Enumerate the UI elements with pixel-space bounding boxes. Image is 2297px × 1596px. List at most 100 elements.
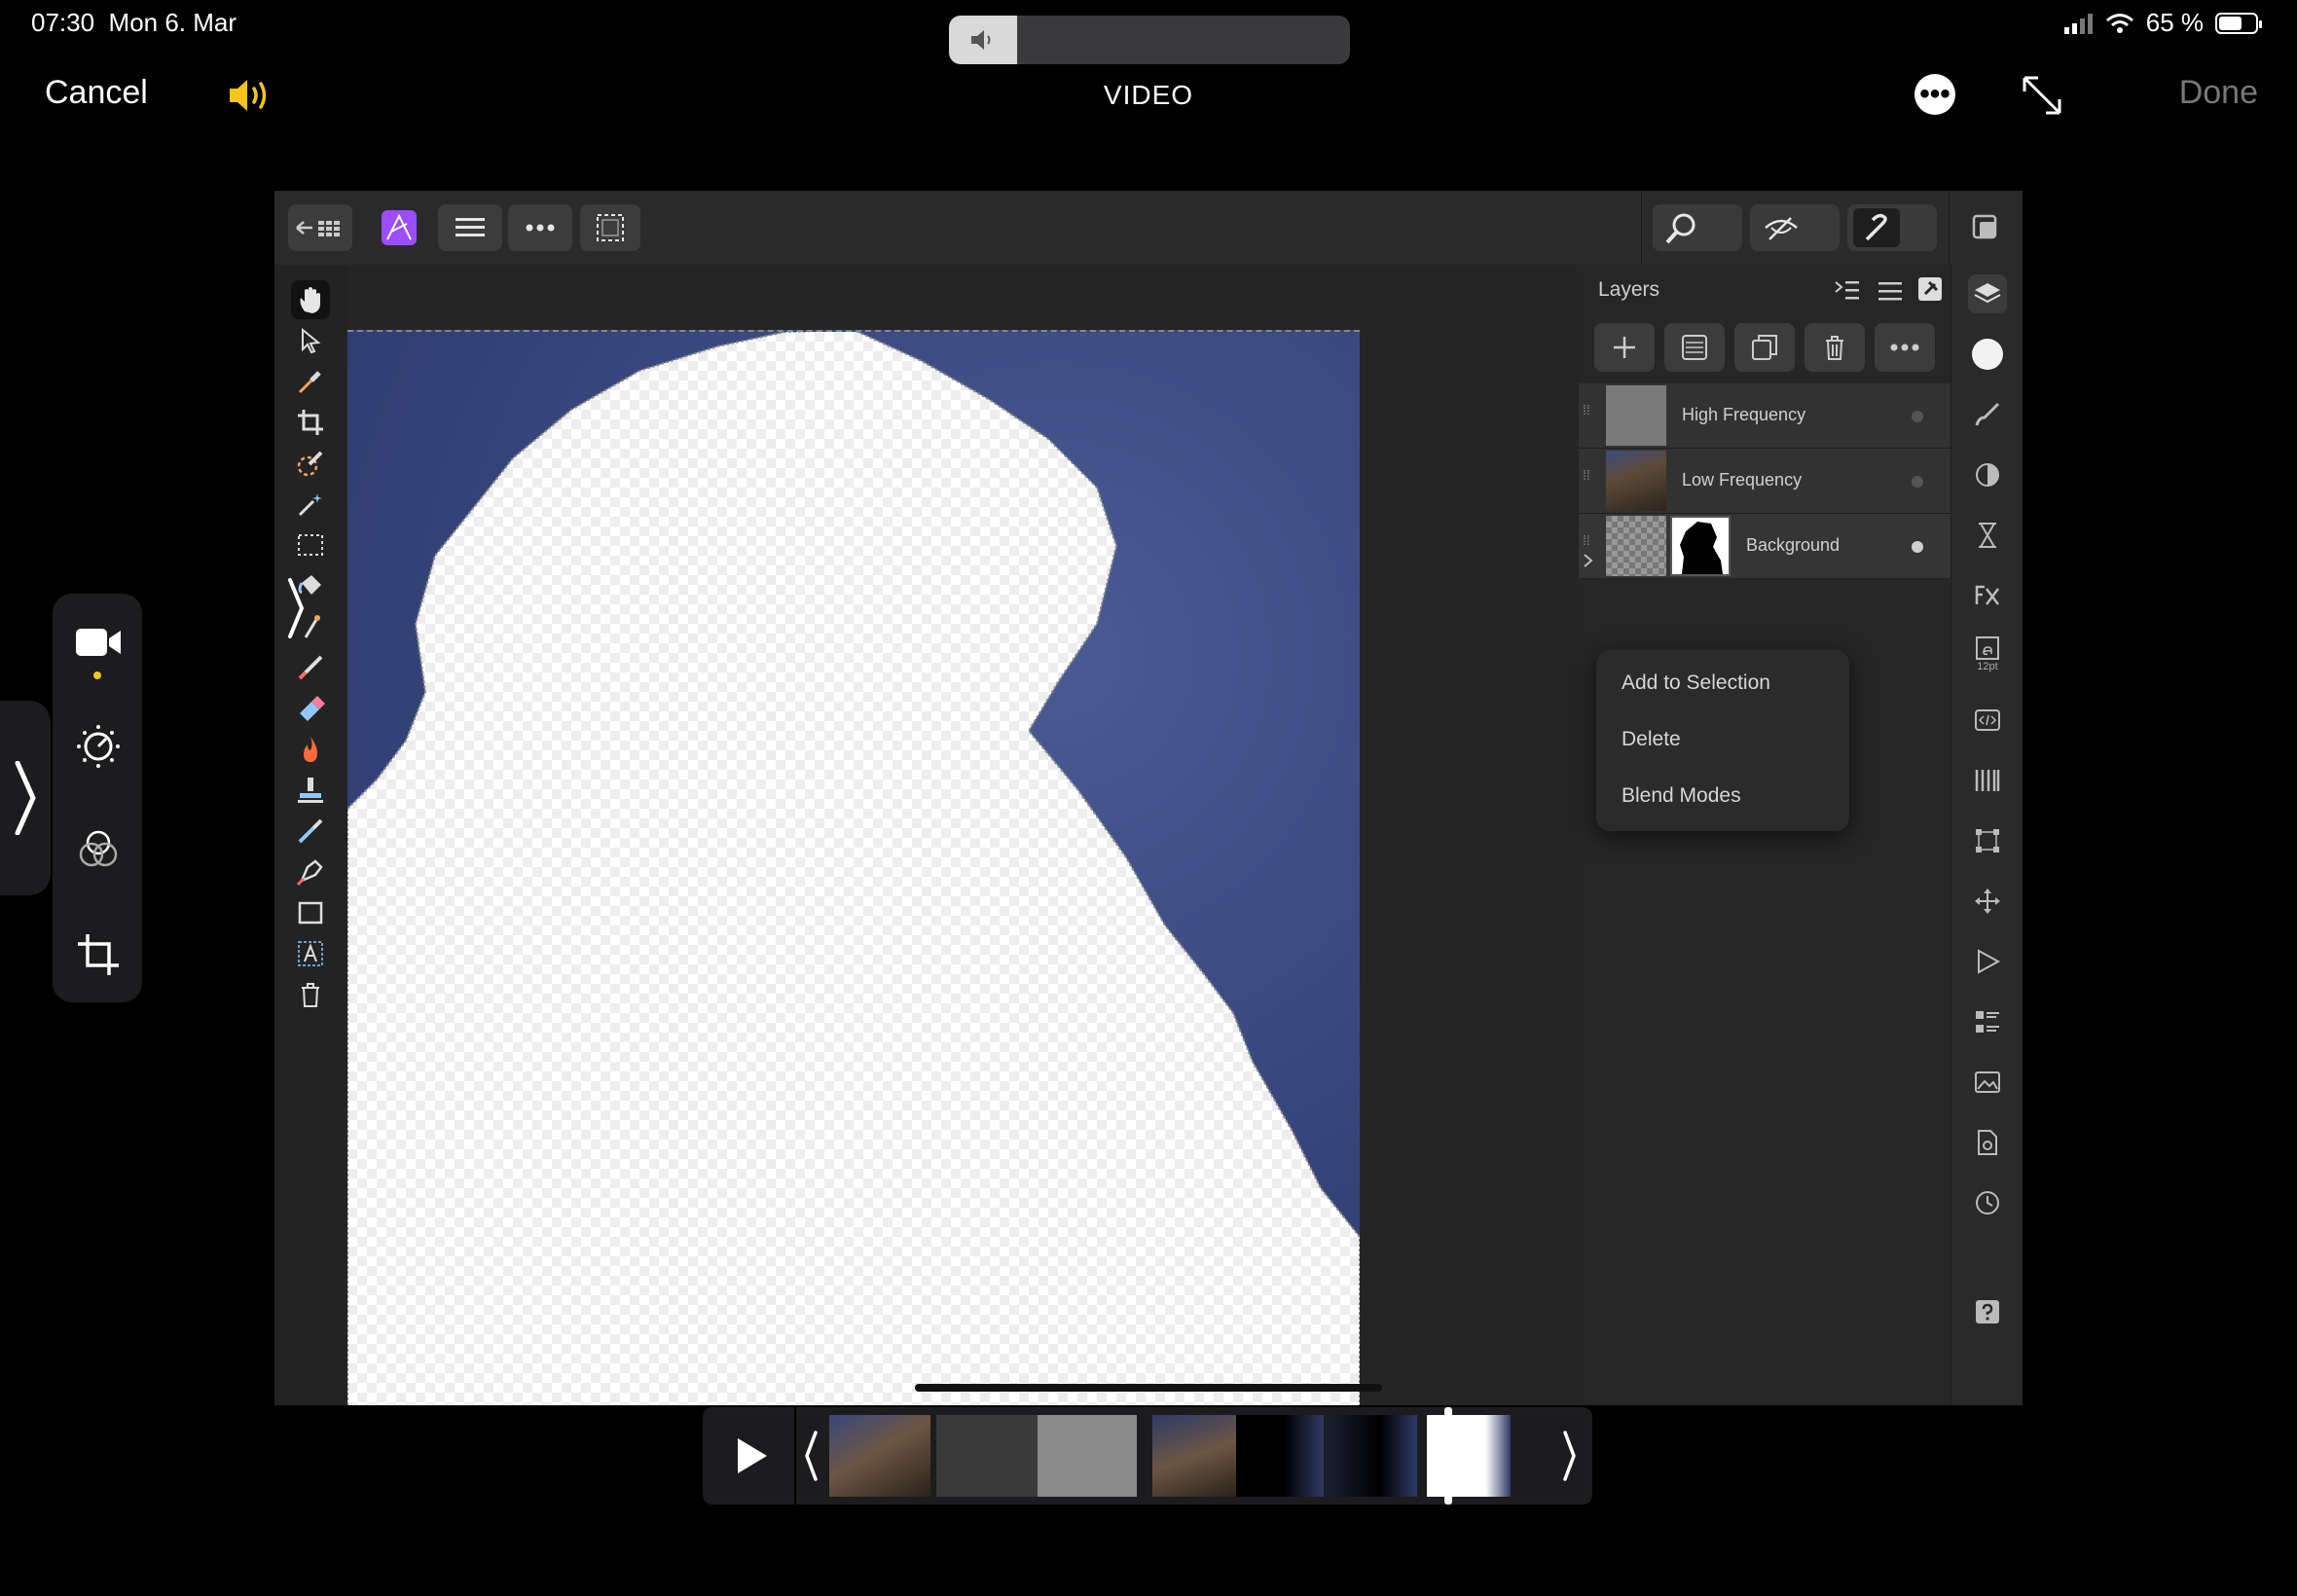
back-grid-icon bbox=[296, 221, 340, 236]
studio-panel-bar: 12pt bbox=[1951, 265, 2023, 1405]
layer-row-background[interactable]: ⁞⁞ Background bbox=[1579, 514, 1951, 579]
zoom-tool-group[interactable] bbox=[1653, 204, 1742, 251]
effects-studio-button[interactable] bbox=[1968, 576, 2007, 615]
text-styles-studio-button[interactable]: 12pt bbox=[1968, 635, 2007, 673]
paint-brush-tool[interactable] bbox=[291, 648, 330, 687]
mask-thumbnail bbox=[1670, 516, 1731, 576]
layer-visibility-dot[interactable] bbox=[1912, 411, 1923, 422]
layers-studio-button[interactable] bbox=[1968, 274, 2007, 313]
help-button[interactable] bbox=[1968, 1292, 2007, 1331]
rectangle-tool[interactable] bbox=[291, 893, 330, 932]
filters-icon[interactable] bbox=[76, 827, 121, 872]
hourglass-icon bbox=[1979, 523, 1996, 548]
clock-history-icon bbox=[1976, 1191, 1999, 1215]
timeline-frame bbox=[829, 1415, 930, 1497]
selection-brush-tool[interactable] bbox=[291, 444, 330, 483]
drag-handle-icon[interactable]: ⁞⁞ bbox=[1583, 403, 1596, 424]
crop-rotate-icon[interactable] bbox=[76, 932, 121, 977]
video-camera-icon[interactable] bbox=[74, 623, 123, 662]
adjustments-studio-button[interactable] bbox=[1968, 455, 2007, 494]
burn-tool[interactable] bbox=[291, 730, 330, 769]
video-timeline[interactable] bbox=[703, 1407, 1592, 1505]
back-to-gallery-button[interactable] bbox=[288, 204, 352, 251]
text-tool[interactable] bbox=[291, 934, 330, 973]
more-options-icon[interactable]: ••• bbox=[1914, 74, 1955, 115]
cursor-arrow-icon bbox=[302, 327, 321, 354]
sidebar-toggle-handle[interactable] bbox=[0, 701, 51, 895]
timeline-frame bbox=[1038, 1415, 1137, 1497]
timeline-playhead[interactable] bbox=[1444, 1407, 1452, 1505]
navigator-studio-button[interactable] bbox=[1968, 882, 2007, 921]
wifi-icon bbox=[2105, 13, 2133, 33]
play-icon[interactable] bbox=[732, 1436, 771, 1475]
expand-layer-chevron-icon[interactable] bbox=[1583, 553, 1594, 568]
delete-layer-button[interactable] bbox=[1805, 323, 1865, 372]
active-mode-indicator bbox=[93, 671, 101, 679]
history-timer-button[interactable] bbox=[1968, 516, 2007, 555]
clone-brush-tool[interactable] bbox=[291, 771, 330, 810]
more-menu-button[interactable] bbox=[508, 204, 572, 251]
horizontal-scroll-indicator[interactable] bbox=[915, 1384, 1382, 1392]
layer-options-button[interactable] bbox=[1875, 323, 1935, 372]
hand-tool[interactable] bbox=[291, 280, 330, 319]
menu-button[interactable] bbox=[438, 204, 502, 251]
add-mask-button[interactable] bbox=[1664, 323, 1725, 372]
panel-menu-icon[interactable] bbox=[1877, 278, 1904, 304]
document-canvas[interactable] bbox=[347, 330, 1360, 1405]
healing-brush-tool[interactable] bbox=[291, 812, 330, 851]
volume-slider-hud[interactable] bbox=[949, 16, 1350, 64]
done-button[interactable]: Done bbox=[2179, 74, 2258, 112]
adjust-dial-icon[interactable] bbox=[76, 724, 121, 769]
trim-start-handle-icon[interactable] bbox=[804, 1431, 818, 1481]
snippets-studio-button[interactable] bbox=[1968, 701, 2007, 740]
history-studio-button[interactable] bbox=[1968, 1183, 2007, 1222]
selection-mode-button[interactable] bbox=[580, 204, 640, 251]
color-studio-button[interactable] bbox=[1968, 335, 2007, 374]
flood-select-tool[interactable] bbox=[291, 485, 330, 524]
layer-row-high-frequency[interactable]: ⁞⁞ High Frequency bbox=[1579, 383, 1951, 449]
delete-layer-tool[interactable] bbox=[291, 975, 330, 1014]
layer-visibility-dot[interactable] bbox=[1912, 541, 1923, 553]
drag-handle-icon[interactable]: ⁞⁞ bbox=[1583, 468, 1596, 490]
toolbar-divider-right bbox=[1949, 191, 1950, 265]
erase-brush-tool[interactable] bbox=[291, 689, 330, 728]
timeline-frame bbox=[1236, 1415, 1324, 1497]
color-picker-tool[interactable] bbox=[291, 362, 330, 401]
snapping-group[interactable] bbox=[1847, 204, 1937, 251]
marquee-tool[interactable] bbox=[291, 526, 330, 564]
menu-item-blend-modes[interactable]: Blend Modes bbox=[1622, 784, 1741, 808]
macro-studio-button[interactable] bbox=[1968, 942, 2007, 981]
trim-end-handle-icon[interactable] bbox=[1563, 1431, 1577, 1481]
menu-item-add-to-selection[interactable]: Add to Selection bbox=[1622, 671, 1770, 695]
pen-tool[interactable] bbox=[291, 852, 330, 891]
view-mode-group[interactable] bbox=[1750, 204, 1840, 251]
layer-row-low-frequency[interactable]: ⁞⁞ Low Frequency bbox=[1579, 449, 1951, 514]
layer-visibility-dot[interactable] bbox=[1912, 476, 1923, 488]
magnet-icon bbox=[1865, 213, 1887, 241]
tools-panel bbox=[274, 265, 346, 1405]
stock-studio-button[interactable] bbox=[1968, 1063, 2007, 1102]
add-layer-button[interactable] bbox=[1594, 323, 1655, 372]
menu-item-delete[interactable]: Delete bbox=[1622, 728, 1681, 751]
channels-icon bbox=[1975, 770, 2000, 791]
flame-icon bbox=[304, 737, 317, 762]
marquee-select-icon bbox=[597, 214, 624, 241]
tool-flyout-chevron-icon[interactable] bbox=[288, 578, 306, 638]
collapse-panel-icon[interactable] bbox=[1834, 278, 1861, 304]
studio-hide-icon[interactable] bbox=[1968, 210, 2001, 243]
crop-tool[interactable] bbox=[291, 403, 330, 442]
magic-wand-icon bbox=[298, 493, 322, 517]
expand-arrows-icon[interactable] bbox=[2021, 74, 2063, 117]
library-list-icon bbox=[1976, 1011, 1999, 1033]
pin-panel-icon[interactable] bbox=[1917, 276, 1943, 302]
library-studio-button[interactable] bbox=[1968, 1002, 2007, 1041]
channels-studio-button[interactable] bbox=[1968, 761, 2007, 800]
duplicate-layer-button[interactable] bbox=[1734, 323, 1795, 372]
export-settings-button[interactable] bbox=[1968, 1123, 2007, 1162]
persona-photo-button[interactable] bbox=[376, 204, 422, 251]
drag-handle-icon[interactable]: ⁞⁞ bbox=[1583, 533, 1596, 555]
move-tool[interactable] bbox=[291, 321, 330, 360]
help-question-icon bbox=[1976, 1300, 1999, 1324]
transform-studio-button[interactable] bbox=[1968, 821, 2007, 860]
brushes-studio-button[interactable] bbox=[1968, 395, 2007, 434]
